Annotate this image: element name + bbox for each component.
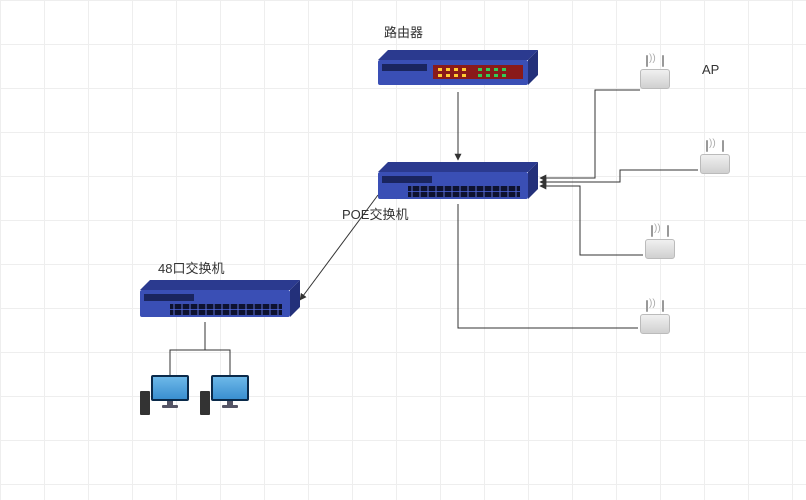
diagram-canvas: { "labels": { "router": "路由器", "poe_swit…	[0, 0, 806, 500]
router-icon	[378, 50, 538, 85]
pc-icon	[210, 375, 250, 415]
pc-icon	[150, 375, 190, 415]
connections-layer	[0, 0, 806, 500]
ap-icon: ))	[640, 300, 670, 334]
ap-icon: ))	[640, 55, 670, 89]
switch48-icon	[140, 280, 300, 317]
poe-switch-icon	[378, 162, 538, 199]
connection	[170, 322, 205, 375]
connection	[540, 90, 640, 178]
connection	[540, 186, 643, 255]
connection	[300, 195, 378, 300]
connection	[205, 322, 230, 375]
connection	[540, 170, 698, 182]
ap-icon: ))	[645, 225, 675, 259]
ap-icon: ))	[700, 140, 730, 174]
connection	[458, 204, 638, 328]
